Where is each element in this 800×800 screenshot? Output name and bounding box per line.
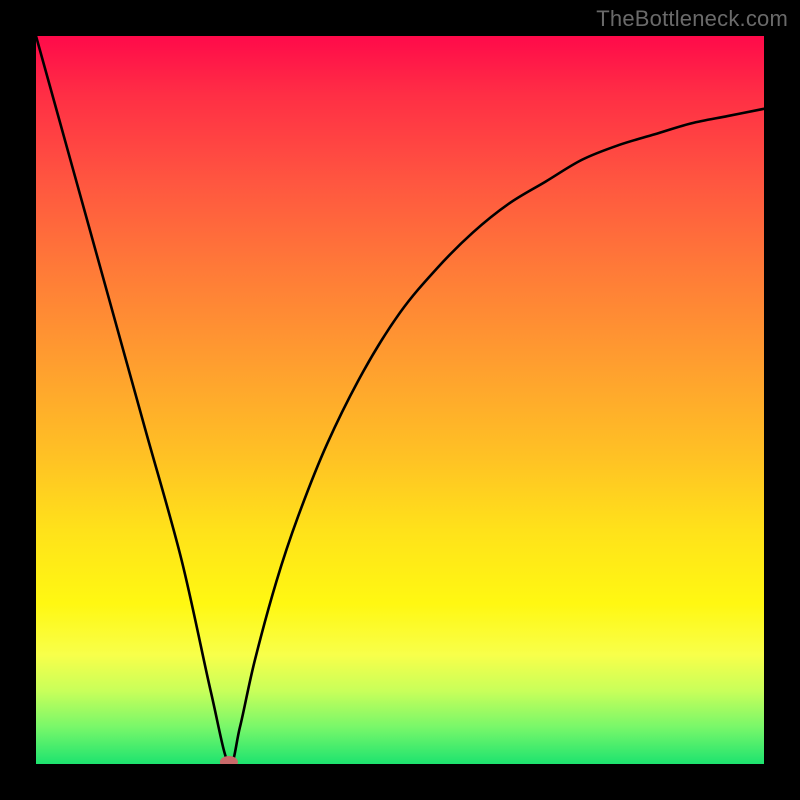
watermark-text: TheBottleneck.com (596, 6, 788, 32)
bottleneck-curve-path (36, 36, 764, 764)
chart-frame: TheBottleneck.com (0, 0, 800, 800)
curve-svg (36, 36, 764, 764)
plot-area (36, 36, 764, 764)
